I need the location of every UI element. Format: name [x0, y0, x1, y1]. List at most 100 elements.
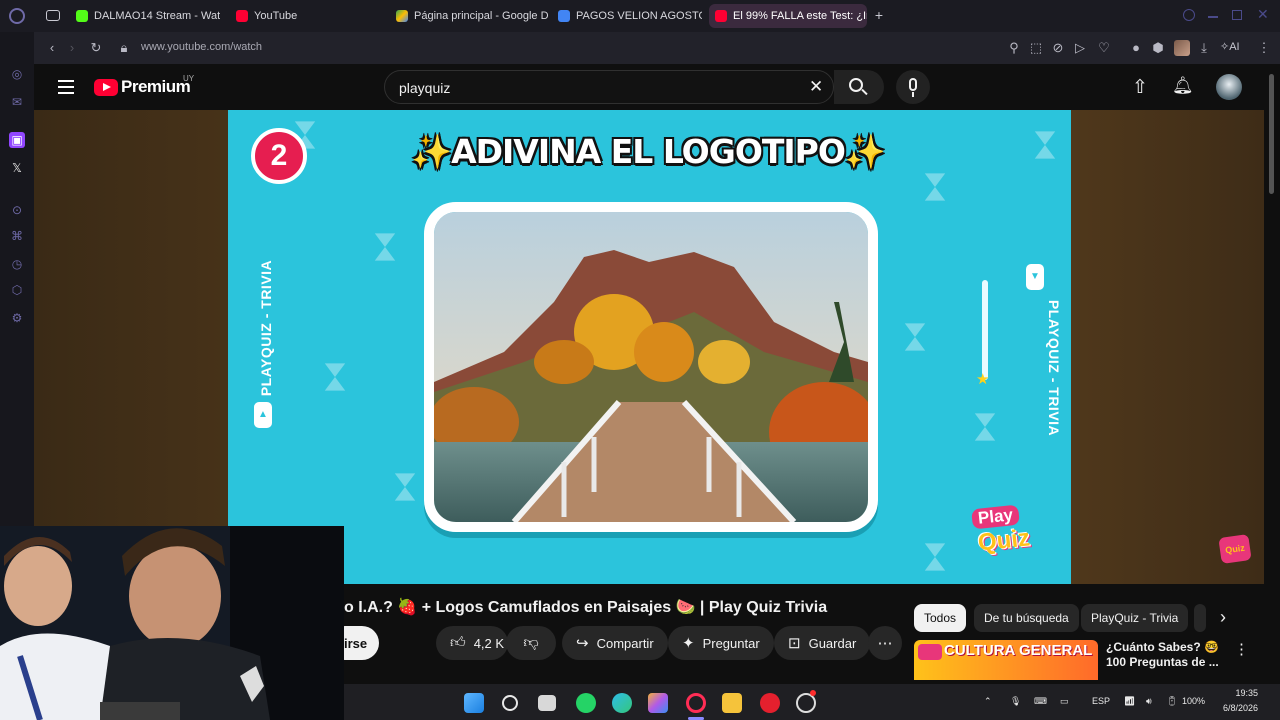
hamburger-menu-icon[interactable] — [58, 80, 74, 94]
snapshot-icon[interactable]: ⬚ — [1028, 40, 1044, 56]
aria-ai-button[interactable]: ✧AI — [1220, 40, 1240, 53]
mail-icon[interactable]: ✉ — [9, 94, 25, 110]
video-player[interactable]: 2 ✨ADIVINA EL LOGOTIPO✨ PLAYQUIZ - TRIVI… — [34, 110, 1264, 584]
save-button[interactable]: ⊡ Guardar — [774, 626, 871, 660]
maximize-button[interactable] — [1232, 10, 1242, 20]
kick-icon — [76, 10, 88, 22]
youtube-logo[interactable]: Premium — [94, 77, 191, 97]
video-frame[interactable]: 2 ✨ADIVINA EL LOGOTIPO✨ PLAYQUIZ - TRIVI… — [228, 110, 1071, 584]
lock-icon: 🔒︎ — [120, 40, 128, 55]
pinboard-icon[interactable]: ⌘ — [9, 228, 25, 244]
tab-kick-stream[interactable]: DALMAO14 Stream - Watch — [70, 4, 220, 28]
file-explorer-icon[interactable] — [722, 693, 742, 713]
search-button[interactable] — [834, 70, 884, 104]
thumbs-down-icon: 👎︎ — [523, 634, 539, 651]
x-twitter-icon[interactable]: 𝕏 — [9, 160, 25, 176]
search-tabs-icon[interactable] — [1183, 9, 1195, 21]
upload-icon[interactable]: ⇧ — [1132, 76, 1148, 99]
chip-playquiz[interactable]: PlayQuiz - Trivia — [1081, 604, 1189, 632]
timer-bar — [982, 280, 988, 380]
back-icon[interactable]: ‹ — [44, 40, 60, 56]
more-actions-button[interactable]: ⋯ — [868, 626, 902, 660]
chip-from-search[interactable]: De tu búsqueda — [974, 604, 1079, 632]
search-input[interactable]: playquiz — [399, 80, 450, 96]
wifi-icon[interactable]: 📶︎ — [1124, 696, 1135, 707]
vpn-icon[interactable]: ● — [1128, 40, 1144, 56]
tab-google-docs[interactable]: PAGOS VELION AGOSTO - — [552, 4, 702, 28]
menu-dots-icon[interactable]: ⋮ — [1256, 40, 1272, 56]
whatsapp-icon[interactable] — [576, 693, 596, 713]
history-icon[interactable]: ◷ — [9, 256, 25, 272]
play-icon[interactable]: ▷ — [1072, 40, 1088, 56]
chips-next-icon[interactable]: › — [1220, 607, 1226, 628]
adblock-icon[interactable]: ⊘ — [1050, 40, 1066, 56]
hourglass-decoration-icon — [904, 323, 926, 351]
app-red-icon[interactable] — [760, 693, 780, 713]
tab-bar: DALMAO14 Stream - Watch YouTube Página p… — [0, 0, 1280, 32]
edge-icon[interactable] — [612, 693, 632, 713]
youtube-icon — [236, 10, 248, 22]
tab-gaming-icon[interactable] — [46, 10, 60, 21]
ai-label: AI — [1229, 41, 1240, 53]
channel-watermark-icon[interactable]: Quiz — [1218, 534, 1252, 564]
tab-label: El 99% FALLA este Test: ¿Ir — [733, 10, 867, 22]
close-window-button[interactable]: ✕ — [1257, 6, 1271, 22]
windows-start-icon[interactable] — [464, 693, 484, 713]
twitch-icon[interactable]: ▣ — [9, 132, 25, 148]
tab-youtube[interactable]: YouTube — [230, 4, 390, 28]
extension-puzzle-icon[interactable]: ⬢ — [1150, 40, 1166, 56]
search-box[interactable]: playquiz ✕ — [384, 70, 834, 104]
download-icon[interactable]: ⤓ — [1196, 40, 1212, 56]
volume-icon[interactable]: 🔊︎ — [1146, 696, 1152, 707]
minimize-button[interactable] — [1208, 16, 1218, 18]
google-drive-icon — [396, 10, 408, 22]
recommendation-menu-icon[interactable]: ⋮ — [1234, 640, 1249, 658]
recommendation-thumbnail[interactable]: CULTURA GENERAL — [914, 640, 1098, 680]
task-view-icon[interactable] — [538, 695, 556, 711]
messenger-icon[interactable]: ◎ — [9, 66, 25, 82]
pin-icon[interactable]: ⚲ — [1006, 40, 1022, 56]
dislike-button[interactable]: 👎︎ — [506, 626, 556, 660]
clock-time[interactable]: 19:35 — [1224, 688, 1258, 698]
chip-partial[interactable] — [1194, 604, 1206, 632]
recommendation-title[interactable]: ¿Cuánto Sabes? 🤓 100 Preguntas de ... — [1106, 640, 1226, 670]
tab-google-drive[interactable]: Página principal - Google D — [390, 4, 548, 28]
tray-chevron-icon[interactable]: ⌃ — [984, 696, 992, 707]
chip-all[interactable]: Todos — [914, 604, 967, 632]
new-tab-button[interactable]: + — [872, 8, 886, 22]
copilot-icon[interactable] — [648, 693, 668, 713]
like-button[interactable]: 👍︎ 4,2 K — [436, 626, 508, 660]
forward-icon[interactable]: › — [64, 40, 80, 56]
tray-display-icon[interactable]: ▭ — [1060, 696, 1069, 707]
page-scrollbar[interactable] — [1264, 64, 1280, 684]
tab-label: DALMAO14 Stream - Watch — [94, 10, 220, 22]
extensions-icon[interactable]: ⬡ — [9, 282, 25, 298]
tray-keyboard-icon[interactable]: ⌨ — [1034, 696, 1047, 707]
bookmark-icon: ⊡ — [788, 635, 801, 652]
star-icon: ★ — [976, 371, 990, 388]
reload-icon[interactable]: ↻ — [88, 40, 104, 56]
player-icon[interactable]: ⊙ — [9, 202, 25, 218]
opera-logo-icon[interactable] — [9, 8, 25, 24]
taskbar-search-icon[interactable] — [502, 695, 518, 711]
settings-icon[interactable]: ⚙ — [9, 310, 25, 326]
notifications-bell-icon[interactable]: 🔔︎ — [1172, 76, 1194, 96]
tab-active-video[interactable]: El 99% FALLA este Test: ¿Ir — [709, 4, 867, 28]
sparkle-icon: ✦ — [682, 635, 695, 652]
url-field[interactable]: www.youtube.com/watch — [141, 41, 262, 53]
clock-date[interactable]: 6/8/2026 — [1210, 703, 1258, 713]
tray-mic-icon[interactable]: 🎙︎ — [1010, 696, 1021, 707]
profile-avatar[interactable] — [1174, 40, 1190, 56]
clear-search-icon[interactable]: ✕ — [809, 77, 823, 97]
ask-button[interactable]: ✦ Preguntar — [668, 626, 774, 660]
language-indicator[interactable]: ESP — [1092, 696, 1110, 706]
logo-quiz-text: Quiz — [976, 524, 1032, 557]
opera-gx-icon[interactable] — [686, 693, 706, 713]
battery-icon[interactable]: 🔋︎ — [1166, 696, 1177, 707]
app-settings-icon[interactable] — [796, 693, 816, 713]
voice-search-button[interactable] — [896, 70, 930, 104]
heart-icon[interactable]: ♡ — [1096, 40, 1112, 56]
account-avatar[interactable] — [1216, 74, 1242, 100]
address-bar: ‹ › ↻ 🔒︎ www.youtube.com/watch ⚲ ⬚ ⊘ ▷ ♡… — [34, 32, 1280, 64]
share-button[interactable]: ↪ Compartir — [562, 626, 668, 660]
